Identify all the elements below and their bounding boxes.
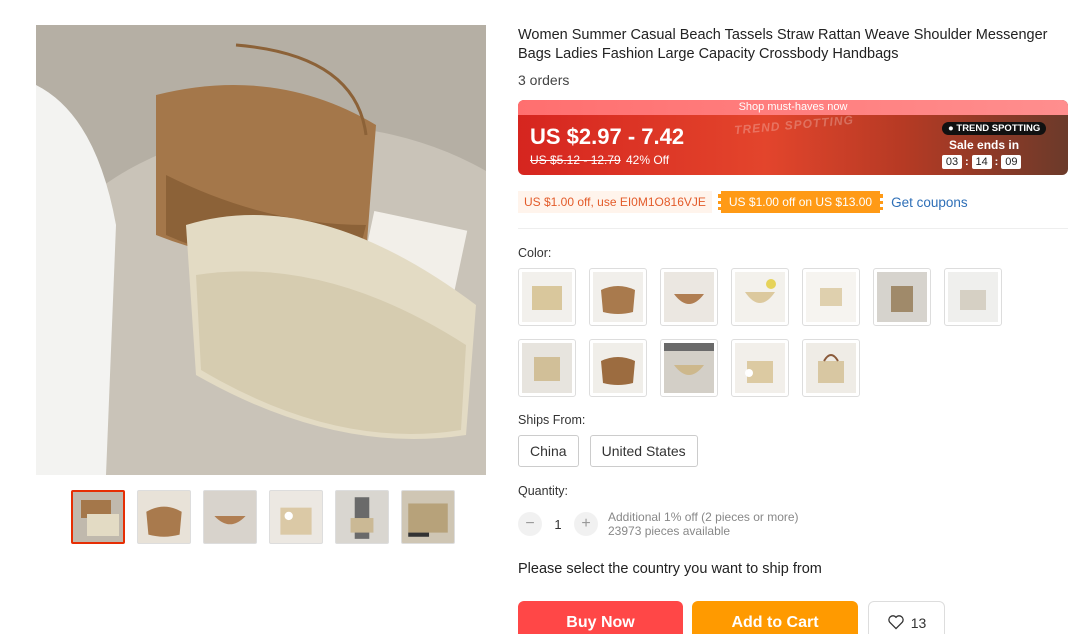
- countdown-timer: 03 : 14 : 09: [942, 155, 1022, 169]
- color-swatch[interactable]: [802, 268, 860, 326]
- coupon-row: US $1.00 off, use EI0M1O816VJE US $1.00 …: [518, 191, 968, 213]
- thumbnail-1[interactable]: [71, 490, 125, 544]
- timer-seconds: 09: [1001, 155, 1022, 169]
- quantity-label: Quantity:: [518, 484, 569, 498]
- thumbnail-strip: [71, 490, 455, 544]
- discount-percent: 42% Off: [626, 153, 670, 167]
- banner-strip-text[interactable]: Shop must-haves now: [518, 100, 1068, 115]
- color-swatch[interactable]: [589, 268, 647, 326]
- product-title: Women Summer Casual Beach Tassels Straw …: [518, 27, 1048, 62]
- color-swatch[interactable]: [802, 339, 860, 397]
- add-to-cart-button[interactable]: Add to Cart: [692, 601, 858, 634]
- divider: [518, 228, 1068, 229]
- wishlist-button[interactable]: 13: [868, 601, 945, 634]
- order-count: 3 orders: [518, 72, 570, 88]
- quantity-discount-text: Additional 1% off (2 pieces or more): [608, 510, 799, 524]
- banner-decoration: TREND SPOTTING: [733, 112, 855, 138]
- quantity-available-text: 23973 pieces available: [608, 524, 731, 538]
- original-price: US $5.12 - 12.79: [530, 153, 621, 167]
- color-swatch[interactable]: [731, 339, 789, 397]
- heart-icon: [887, 614, 905, 633]
- wishlist-count: 13: [910, 615, 927, 631]
- thumbnail-2[interactable]: [137, 490, 191, 544]
- color-label: Color:: [518, 246, 552, 260]
- color-swatch[interactable]: [518, 268, 576, 326]
- color-swatch[interactable]: [873, 268, 931, 326]
- color-swatches: [518, 268, 1008, 397]
- color-swatch[interactable]: [660, 268, 718, 326]
- buy-now-button[interactable]: Buy Now: [518, 601, 683, 634]
- timer-minutes: 14: [971, 155, 992, 169]
- color-swatch[interactable]: [660, 339, 718, 397]
- code-coupon[interactable]: US $1.00 off, use EI0M1O816VJE: [518, 191, 712, 213]
- price-banner: Shop must-haves now TREND SPOTTING US $2…: [518, 100, 1068, 175]
- ships-from-label: Ships From:: [518, 413, 586, 427]
- color-swatch[interactable]: [589, 339, 647, 397]
- timer-hours: 03: [942, 155, 962, 169]
- thumbnail-5[interactable]: [335, 490, 389, 544]
- quantity-plus-button[interactable]: +: [574, 512, 598, 536]
- ship-option-china[interactable]: China: [518, 435, 579, 467]
- trend-badge-text: TREND SPOTTING: [956, 123, 1041, 134]
- color-swatch[interactable]: [944, 268, 1002, 326]
- color-swatch[interactable]: [518, 339, 576, 397]
- thumbnail-6[interactable]: [401, 490, 455, 544]
- sale-ends-label: Sale ends in: [949, 138, 1020, 152]
- price-range: US $2.97 - 7.42: [530, 124, 685, 149]
- ship-prompt: Please select the country you want to sh…: [518, 561, 822, 577]
- quantity-info: Additional 1% off (2 pieces or more) 239…: [608, 510, 799, 538]
- color-swatch[interactable]: [731, 268, 789, 326]
- timer-separator: :: [994, 156, 999, 168]
- quantity-minus-button[interactable]: −: [518, 512, 542, 536]
- ship-option-united-states[interactable]: United States: [589, 435, 698, 467]
- thumbnail-3[interactable]: [203, 490, 257, 544]
- thumbnail-4[interactable]: [269, 490, 323, 544]
- get-coupons-link[interactable]: Get coupons: [891, 195, 968, 210]
- timer-separator: :: [965, 156, 969, 168]
- quantity-value[interactable]: 1: [542, 517, 574, 532]
- trend-badge: ● TREND SPOTTING: [942, 122, 1047, 135]
- main-product-image[interactable]: [36, 25, 486, 475]
- original-price-value: US $5.12 - 12.79: [530, 153, 621, 167]
- quantity-stepper: − 1 + Additional 1% off (2 pieces or mor…: [518, 510, 799, 538]
- ships-from-options: China United States: [518, 435, 698, 467]
- store-coupon[interactable]: US $1.00 off on US $13.00: [717, 191, 884, 213]
